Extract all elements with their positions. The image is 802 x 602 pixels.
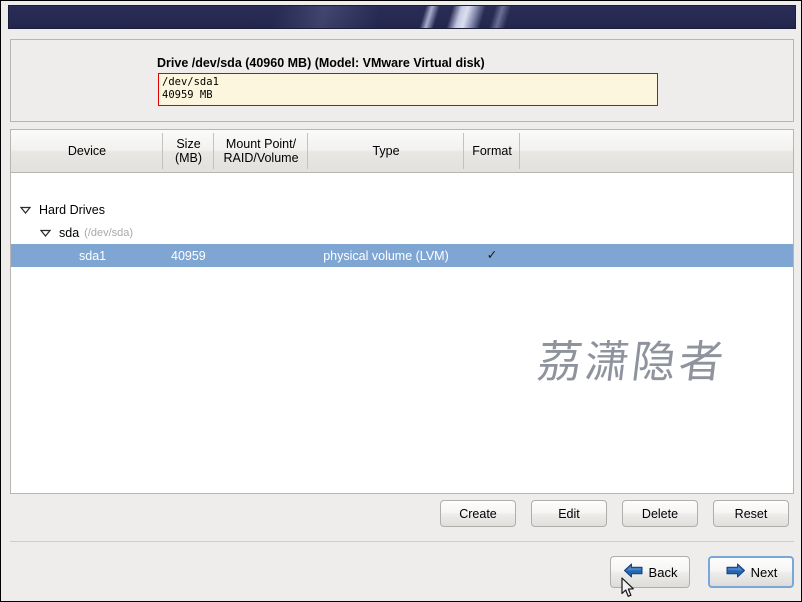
reset-button[interactable]: Reset	[713, 500, 789, 527]
footer-divider	[10, 541, 794, 542]
column-header-type[interactable]: Type	[308, 130, 464, 172]
watermark-text: 茘潇隐者	[534, 337, 730, 388]
column-header-size[interactable]: Size (MB)	[163, 130, 214, 172]
next-button[interactable]: Next	[708, 556, 794, 588]
column-header-mountpoint-label2: RAID/Volume	[223, 151, 299, 165]
table-header: Device Size (MB) Mount Point/ RAID/Volum…	[11, 130, 793, 173]
table-row[interactable]: sda1 40959 physical volume (LVM) ✓	[11, 244, 793, 267]
chevron-down-icon[interactable]	[39, 221, 52, 244]
partition-tree-panel: Device Size (MB) Mount Point/ RAID/Volum…	[10, 129, 794, 494]
arrow-left-icon	[623, 562, 644, 582]
row-mountpoint	[214, 244, 308, 267]
row-type: physical volume (LVM)	[323, 248, 449, 263]
installer-window: Drive /dev/sda (40960 MB) (Model: VMware…	[0, 0, 802, 602]
column-header-size-label2: (MB)	[174, 151, 203, 165]
table-body: 茘潇隐者 Hard Drives sda (/dev/sda) sda1 409…	[11, 173, 793, 493]
back-button[interactable]: Back	[610, 556, 690, 588]
row-device: sda1	[79, 248, 107, 263]
table-row[interactable]: Hard Drives	[11, 198, 793, 221]
drive-summary-panel: Drive /dev/sda (40960 MB) (Model: VMware…	[10, 39, 794, 122]
column-header-device-label: Device	[67, 144, 107, 158]
chevron-down-icon[interactable]	[19, 198, 32, 221]
column-header-type-label: Type	[372, 144, 400, 158]
row-size: 40959	[171, 248, 206, 263]
create-button[interactable]: Create	[440, 500, 516, 527]
column-header-format-label: Format	[472, 144, 512, 158]
row-device-path: (/dev/sda)	[84, 226, 134, 239]
drive-title: Drive /dev/sda (40960 MB) (Model: VMware…	[157, 56, 485, 70]
edit-button[interactable]: Edit	[531, 500, 607, 527]
column-header-mountpoint-label1: Mount Point/	[225, 137, 297, 151]
column-header-filler	[520, 130, 793, 172]
column-header-size-label1: Size	[176, 137, 201, 151]
delete-button[interactable]: Delete	[622, 500, 698, 527]
format-checkmark-icon: ✓	[486, 248, 498, 263]
drive-partition-bar[interactable]: /dev/sda1 40959 MB	[158, 73, 658, 106]
window-titlebar	[8, 5, 796, 29]
row-device-label: sda	[59, 225, 80, 240]
column-header-mountpoint[interactable]: Mount Point/ RAID/Volume	[214, 130, 308, 172]
row-device: sda (/dev/sda)	[59, 221, 133, 244]
partition-size: 40959 MB	[162, 89, 213, 101]
arrow-right-icon	[725, 562, 746, 582]
column-header-device[interactable]: Device	[11, 130, 163, 172]
next-button-label: Next	[750, 564, 778, 580]
back-button-label: Back	[648, 564, 678, 580]
column-header-format[interactable]: Format	[464, 130, 520, 172]
partition-name: /dev/sda1	[162, 76, 219, 88]
table-row[interactable]: sda (/dev/sda)	[11, 221, 793, 244]
row-device: Hard Drives	[39, 202, 105, 217]
